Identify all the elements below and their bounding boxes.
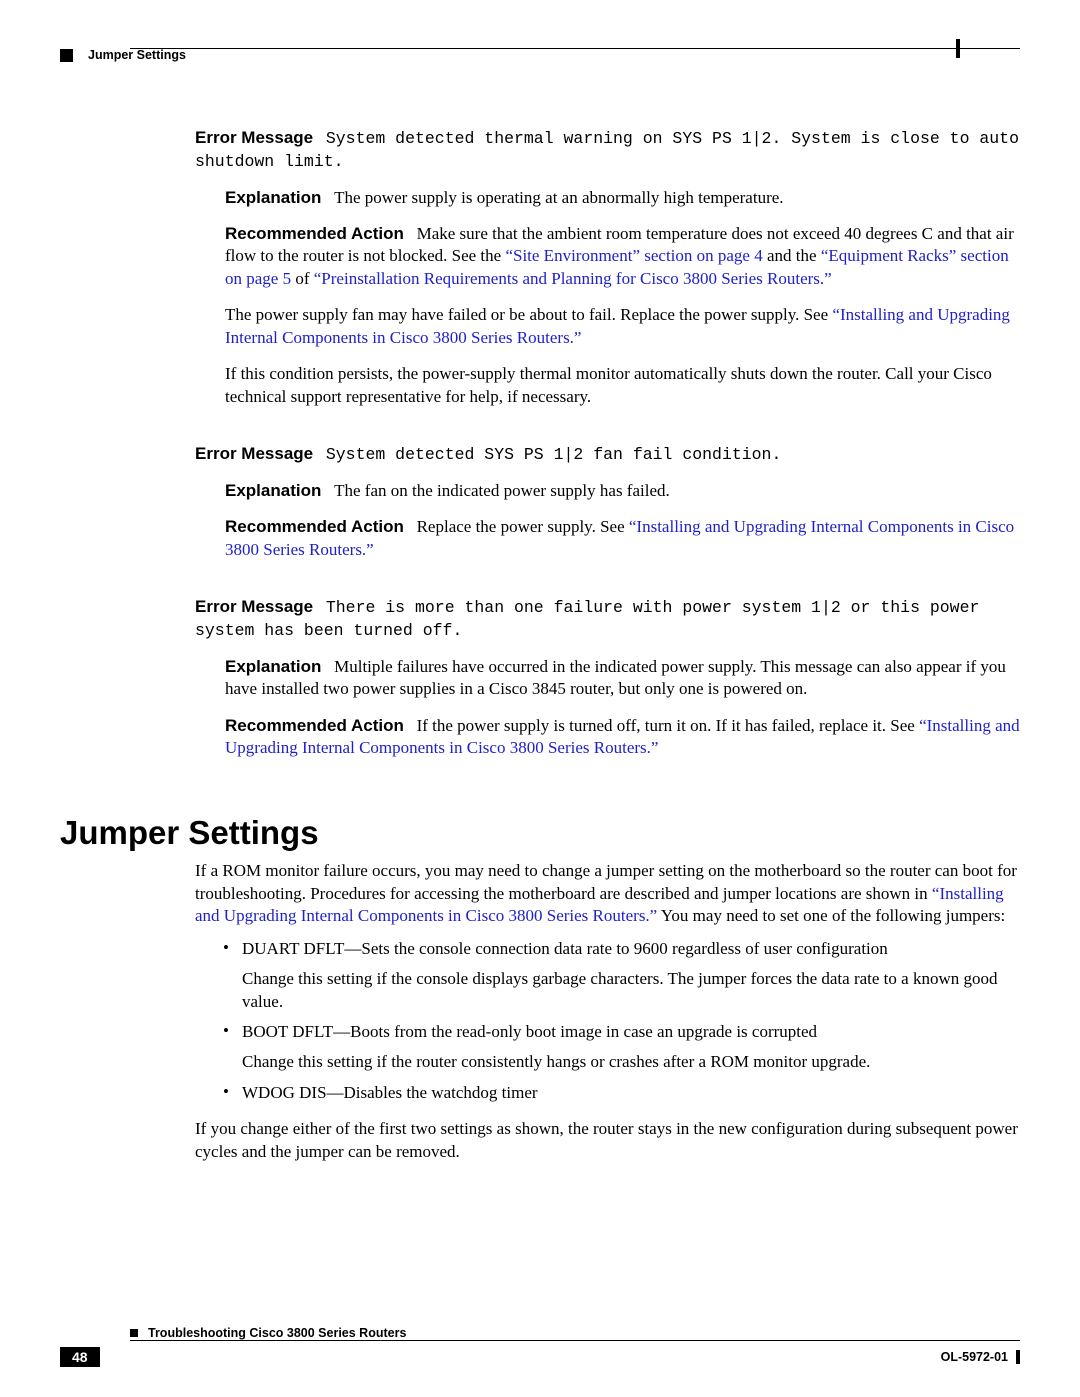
bullet-duart: • DUART DFLT—Sets the console connection…: [220, 938, 1020, 960]
link-site-environment[interactable]: “Site Environment” section on page 4: [505, 246, 762, 265]
error-message-label: Error Message: [195, 444, 313, 463]
rec-text: If this condition persists, the power-su…: [225, 363, 1020, 408]
error-message-text: There is more than one failure with powe…: [195, 598, 979, 640]
error-message-label: Error Message: [195, 597, 313, 616]
bullet-text: DUART DFLT—Sets the console connection d…: [242, 938, 1020, 960]
bullet-icon: •: [220, 938, 242, 960]
page-number: 48: [60, 1347, 100, 1367]
section-heading: Jumper Settings: [60, 814, 1020, 852]
jumper-outro: If you change either of the first two se…: [195, 1118, 1020, 1163]
explanation-label: Explanation: [225, 188, 321, 207]
bullet-icon: •: [220, 1082, 242, 1104]
bullet-text: WDOG DIS—Disables the watchdog timer: [242, 1082, 1020, 1104]
explanation-text: The fan on the indicated power supply ha…: [334, 481, 670, 500]
explanation-label: Explanation: [225, 657, 321, 676]
bullet-followup: Change this setting if the router consis…: [242, 1051, 1020, 1073]
recommended-action-label: Recommended Action: [225, 224, 404, 243]
explanation-label: Explanation: [225, 481, 321, 500]
rec-text: Replace the power supply. See: [417, 517, 629, 536]
footer-doc-title: Troubleshooting Cisco 3800 Series Router…: [148, 1326, 406, 1340]
page-body: Error Message System detected thermal wa…: [0, 62, 1080, 1163]
footer-square-icon: [130, 1329, 138, 1337]
rec-text: of: [291, 269, 314, 288]
page-header: Jumper Settings: [0, 48, 1080, 62]
page-footer: Troubleshooting Cisco 3800 Series Router…: [0, 1348, 1080, 1367]
bullet-boot: • BOOT DFLT—Boots from the read-only boo…: [220, 1021, 1020, 1043]
link-preinstallation[interactable]: “Preinstallation Requirements and Planni…: [314, 269, 832, 288]
bullet-followup: Change this setting if the console displ…: [242, 968, 1020, 1013]
explanation-text: Multiple failures have occurred in the i…: [225, 657, 1006, 698]
explanation-text: The power supply is operating at an abno…: [334, 188, 783, 207]
rec-text: The power supply fan may have failed or …: [225, 305, 832, 324]
error-block-2: Error Message System detected SYS PS 1|2…: [195, 443, 1020, 466]
error-message-text: System detected SYS PS 1|2 fan fail cond…: [326, 445, 781, 464]
error-block-1: Error Message System detected thermal wa…: [195, 127, 1020, 173]
header-section-title: Jumper Settings: [88, 48, 186, 62]
rec-text: and the: [763, 246, 821, 265]
recommended-action-label: Recommended Action: [225, 716, 404, 735]
bullet-wdog: • WDOG DIS—Disables the watchdog timer: [220, 1082, 1020, 1104]
error-block-3: Error Message There is more than one fai…: [195, 596, 1020, 642]
doc-id: OL-5972-01: [941, 1350, 1008, 1364]
bullet-icon: •: [220, 1021, 242, 1043]
recommended-action-label: Recommended Action: [225, 517, 404, 536]
bullet-text: BOOT DFLT—Boots from the read-only boot …: [242, 1021, 1020, 1043]
jumper-intro-text: If a ROM monitor failure occurs, you may…: [195, 861, 1017, 902]
header-square-icon: [60, 49, 73, 62]
footer-tick-icon: [1016, 1350, 1020, 1364]
error-message-label: Error Message: [195, 128, 313, 147]
jumper-intro-text: You may need to set one of the following…: [657, 906, 1005, 925]
rec-text: If the power supply is turned off, turn …: [417, 716, 919, 735]
